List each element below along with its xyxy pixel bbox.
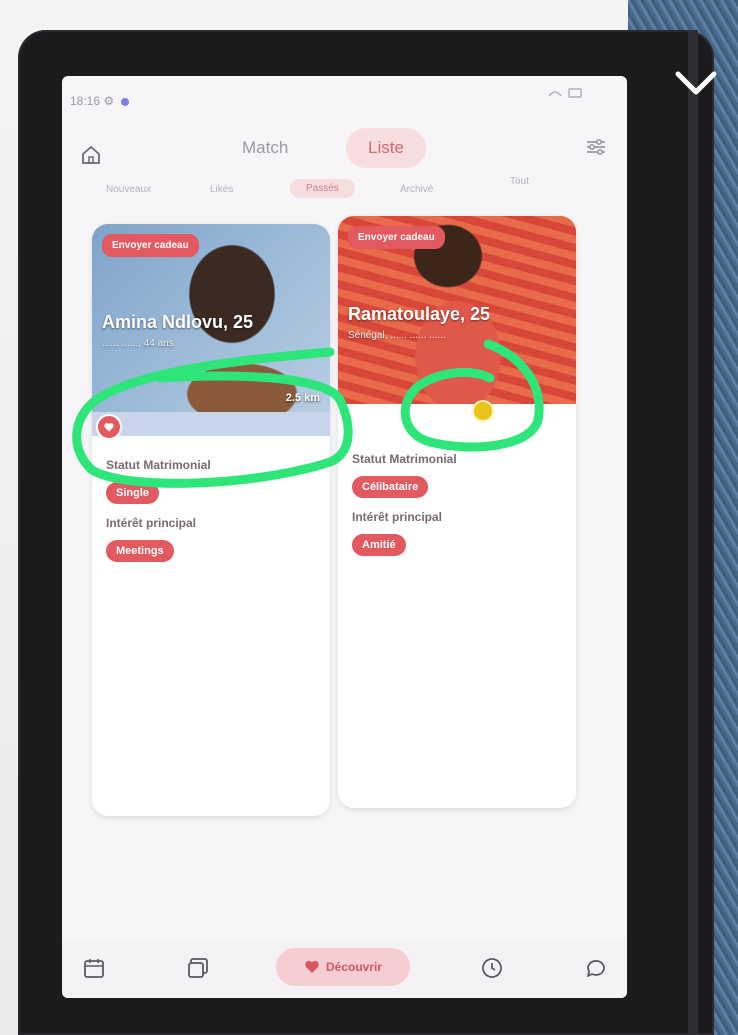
gallery-icon[interactable] bbox=[186, 956, 210, 980]
profile-name: Amina Ndlovu, 25 bbox=[102, 312, 254, 332]
top-bar: Match Liste bbox=[62, 124, 627, 174]
sub-tabs: Nouveaux Likés Passés Archivé Tout bbox=[62, 176, 627, 204]
profile-card[interactable]: Envoyer cadeau Amina Ndlovu, 25 ...... .… bbox=[92, 224, 330, 816]
profile-subinfo: Sénégal, ...... ...... ...... bbox=[348, 330, 446, 341]
marital-status-label: Statut Matrimonial bbox=[352, 452, 457, 466]
main-interest-badge: Amitié bbox=[352, 534, 406, 556]
profile-name: Ramatoulaye, 25 bbox=[348, 304, 491, 324]
chat-icon[interactable] bbox=[584, 956, 608, 980]
send-gift-button[interactable]: Envoyer cadeau bbox=[102, 234, 199, 257]
subtab-archive[interactable]: Archivé bbox=[400, 184, 433, 195]
marital-status-badge: Single bbox=[106, 482, 160, 504]
send-gift-button[interactable]: Envoyer cadeau bbox=[348, 226, 445, 249]
main-interest-label: Intérêt principal bbox=[352, 510, 443, 524]
profile-card[interactable]: Envoyer cadeau Ramatoulaye, 25 Sénégal, … bbox=[338, 216, 576, 808]
like-button[interactable] bbox=[96, 414, 122, 440]
wifi-battery-icon bbox=[548, 88, 582, 98]
clock-icon[interactable] bbox=[480, 956, 504, 980]
bottom-nav: Découvrir bbox=[62, 938, 627, 998]
discover-button[interactable]: Découvrir bbox=[276, 948, 410, 986]
heart-icon bbox=[305, 960, 319, 973]
status-time: 18:16 ⚙ bbox=[70, 94, 115, 108]
marital-status-label: Statut Matrimonial bbox=[106, 458, 211, 472]
status-icons bbox=[547, 86, 587, 103]
star-icon[interactable] bbox=[472, 400, 494, 422]
subtab-passes[interactable]: Passés bbox=[290, 179, 355, 198]
discover-label: Découvrir bbox=[325, 960, 383, 974]
subtab-nouveaux[interactable]: Nouveaux bbox=[106, 184, 151, 195]
profile-distance: 2.5 km bbox=[285, 392, 320, 404]
subtab-tout[interactable]: Tout bbox=[510, 176, 529, 187]
app-screen: 18:16 ⚙ Match Liste Nouveaux Likés Passé… bbox=[62, 76, 627, 998]
heart-icon bbox=[104, 423, 114, 432]
tab-match[interactable]: Match bbox=[242, 138, 288, 158]
chevron-down-icon[interactable] bbox=[668, 56, 724, 112]
status-bar: 18:16 ⚙ bbox=[70, 94, 130, 108]
home-icon[interactable] bbox=[80, 144, 102, 166]
calendar-icon[interactable] bbox=[82, 956, 106, 980]
tab-liste[interactable]: Liste bbox=[346, 128, 426, 168]
notification-dot bbox=[121, 97, 130, 106]
card-action-bar bbox=[92, 412, 330, 436]
tablet-edge bbox=[688, 30, 698, 1035]
marital-status-badge: Célibataire bbox=[352, 476, 429, 498]
profile-subinfo: ...... ......, 44 ans bbox=[102, 338, 174, 349]
subtab-likes[interactable]: Likés bbox=[210, 184, 233, 195]
main-interest-label: Intérêt principal bbox=[106, 516, 197, 530]
filter-icon[interactable] bbox=[585, 136, 607, 158]
main-interest-badge: Meetings bbox=[106, 540, 174, 562]
